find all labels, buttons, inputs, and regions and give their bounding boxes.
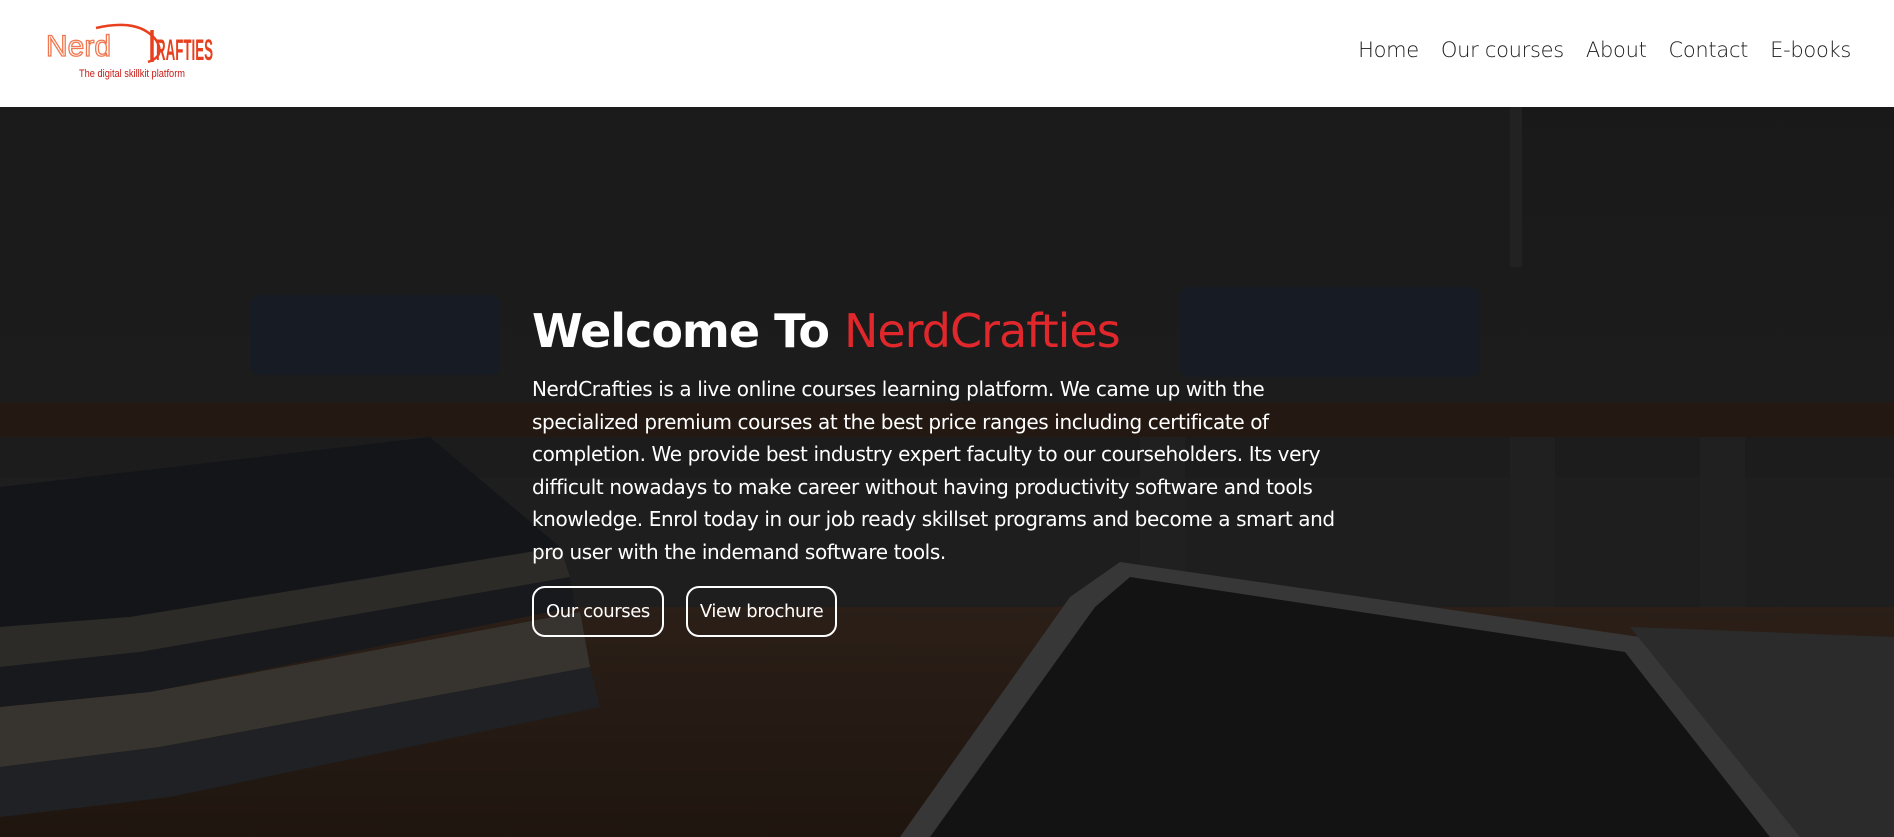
- logo-wordmark-rafties: RAFTIES: [156, 34, 213, 67]
- nav-e-books[interactable]: E-books: [1759, 38, 1862, 62]
- our-courses-button[interactable]: Our courses: [532, 586, 664, 637]
- hero-buttons: Our courses View brochure: [532, 586, 1372, 637]
- nerdcrafties-logo: Nerd RAFTIES The digital skillkit platfo…: [45, 23, 213, 80]
- main-nav: Home Our courses About Contact E-books: [1347, 38, 1862, 62]
- nav-our-courses[interactable]: Our courses: [1430, 38, 1575, 62]
- nav-home[interactable]: Home: [1347, 38, 1430, 62]
- hero-description: NerdCrafties is a live online courses le…: [532, 377, 1335, 564]
- hero-section: Welcome To NerdCrafties NerdCrafties is …: [0, 107, 1894, 837]
- hero-title-brand: NerdCrafties: [843, 304, 1121, 358]
- nav-contact[interactable]: Contact: [1658, 38, 1760, 62]
- logo-wordmark-nerd: Nerd: [46, 30, 111, 63]
- logo-tagline: The digital skillkit platform: [79, 68, 185, 80]
- hero-content: Welcome To NerdCrafties NerdCrafties is …: [532, 303, 1372, 637]
- nav-about[interactable]: About: [1575, 38, 1658, 62]
- site-header: Nerd RAFTIES The digital skillkit platfo…: [0, 0, 1894, 107]
- hero-title: Welcome To NerdCrafties: [532, 303, 1372, 359]
- hero-title-prefix: Welcome To: [532, 304, 844, 358]
- view-brochure-button[interactable]: View brochure: [685, 586, 838, 637]
